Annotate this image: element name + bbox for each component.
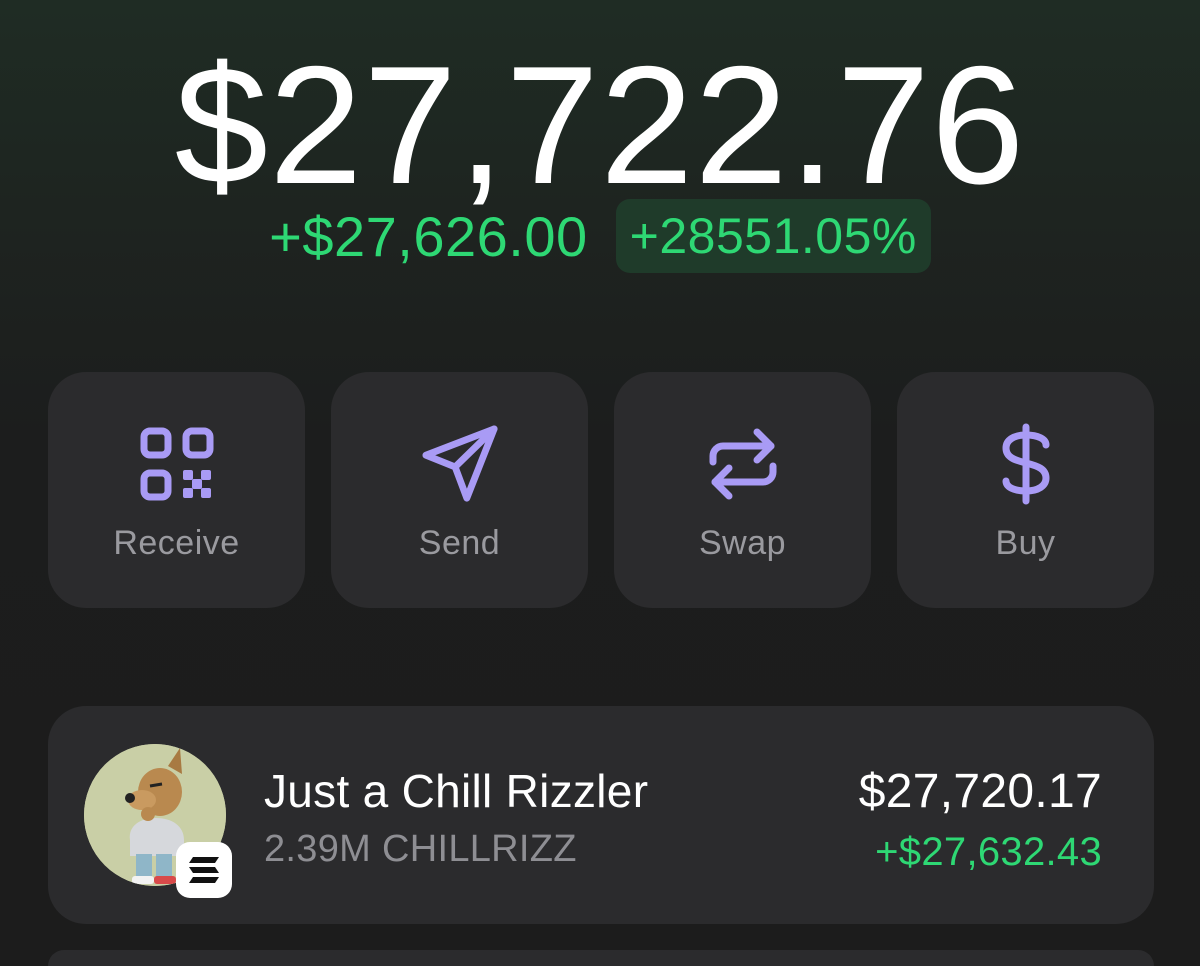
- balance-change-amount: +$27,626.00: [269, 204, 588, 268]
- qr-code-icon: [137, 424, 217, 504]
- send-icon: [420, 424, 500, 504]
- send-button[interactable]: Send: [331, 372, 588, 608]
- next-token-row[interactable]: [48, 950, 1154, 966]
- swap-label: Swap: [698, 524, 787, 562]
- action-buttons-row: Receive Send Swap Buy: [48, 372, 1154, 608]
- receive-label: Receive: [113, 524, 240, 562]
- buy-label: Buy: [995, 524, 1056, 562]
- token-row[interactable]: Just a Chill Rizzler 2.39M CHILLRIZZ $27…: [48, 706, 1154, 924]
- dollar-icon: [986, 423, 1066, 505]
- receive-button[interactable]: Receive: [48, 372, 305, 608]
- token-change: +$27,632.43: [875, 830, 1102, 874]
- balance-change-percent-badge: +28551.05%: [615, 199, 931, 273]
- token-value: $27,720.17: [858, 765, 1102, 818]
- solana-icon: [176, 842, 232, 898]
- token-name: Just a Chill Rizzler: [264, 765, 649, 817]
- swap-icon: [703, 424, 783, 504]
- total-balance: $27,722.76: [174, 31, 1026, 219]
- swap-button[interactable]: Swap: [614, 372, 871, 608]
- balance-change-row: +$27,626.00 +28551.05%: [0, 198, 1200, 274]
- token-amount: 2.39M CHILLRIZZ: [264, 828, 577, 870]
- buy-button[interactable]: Buy: [897, 372, 1154, 608]
- send-label: Send: [418, 524, 501, 562]
